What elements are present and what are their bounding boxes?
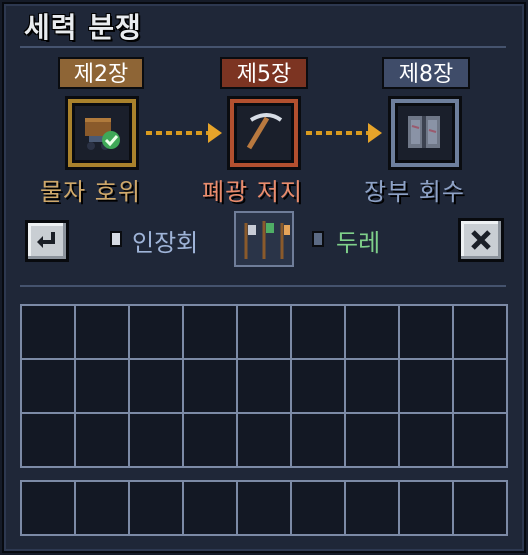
tab-indicator-left [110,231,122,247]
inventory-slot[interactable] [400,306,452,358]
inventory-slot[interactable] [346,414,398,466]
inventory-slot[interactable] [76,414,128,466]
title-divider [20,46,506,48]
stage-2-label: 폐광 저지 [202,178,303,206]
inventory-slot[interactable] [238,306,290,358]
hotbar-slot[interactable] [22,482,74,534]
inventory-slot[interactable] [346,306,398,358]
inventory-slot[interactable] [22,414,74,466]
close-x-icon [471,230,491,250]
inventory-slot[interactable] [400,414,452,466]
treasure-cart-check-icon [85,118,120,150]
inventory-slot[interactable] [292,306,344,358]
inventory-slot[interactable] [184,306,236,358]
hotbar-slot[interactable] [184,482,236,534]
close-button[interactable] [458,218,504,262]
inventory-grid [20,304,508,468]
inventory-slot[interactable] [130,306,182,358]
tab-insanghoe[interactable]: 인장회 [132,228,198,258]
hotbar-slot[interactable] [238,482,290,534]
inventory-slot[interactable] [130,360,182,412]
stage-1-icon-button[interactable] [65,96,139,170]
stage-1-chapter-badge: 제2장 [58,57,144,89]
inventory-slot[interactable] [238,414,290,466]
return-arrow-icon [37,232,55,248]
path-connector-1 [146,131,208,135]
faction-banners-button[interactable] [234,211,294,267]
hotbar-slot[interactable] [454,482,506,534]
tab-indicator-right [312,231,324,247]
hotbar-slot[interactable] [76,482,128,534]
hotbar-slot[interactable] [292,482,344,534]
inventory-slot[interactable] [184,414,236,466]
hotbar-slot[interactable] [130,482,182,534]
hotbar-slot[interactable] [400,482,452,534]
stage-3-label: 장부 회수 [364,178,465,206]
ledger-book-icon [408,116,440,148]
path-arrow-2 [368,123,382,143]
inventory-slot[interactable] [454,306,506,358]
inventory-slot[interactable] [184,360,236,412]
hotbar-slot[interactable] [346,482,398,534]
inventory-slot[interactable] [76,306,128,358]
path-connector-2 [306,131,368,135]
inventory-slot[interactable] [292,360,344,412]
inventory-slot[interactable] [76,360,128,412]
inventory-slot[interactable] [22,360,74,412]
inventory-slot[interactable] [22,306,74,358]
inventory-slot[interactable] [238,360,290,412]
stage-3-chapter-badge: 제8장 [382,57,470,89]
tab-dure[interactable]: 두레 [336,228,380,258]
faction-banners-icon [244,221,290,259]
section-divider [20,285,506,287]
back-button[interactable] [25,220,69,262]
inventory-slot[interactable] [454,360,506,412]
panel-title: 세력 분쟁 [24,11,142,44]
inventory-slot[interactable] [292,414,344,466]
stage-2-icon-button[interactable] [227,96,301,170]
inventory-slot[interactable] [346,360,398,412]
inventory-slot[interactable] [130,414,182,466]
path-arrow-1 [208,123,222,143]
stage-3-icon-button[interactable] [388,96,462,170]
inventory-slot[interactable] [454,414,506,466]
stage-1-label: 물자 호위 [40,178,141,206]
pickaxe-icon [246,113,283,150]
inventory-slot[interactable] [400,360,452,412]
stage-2-chapter-badge: 제5장 [220,57,308,89]
hotbar-grid [20,480,508,536]
